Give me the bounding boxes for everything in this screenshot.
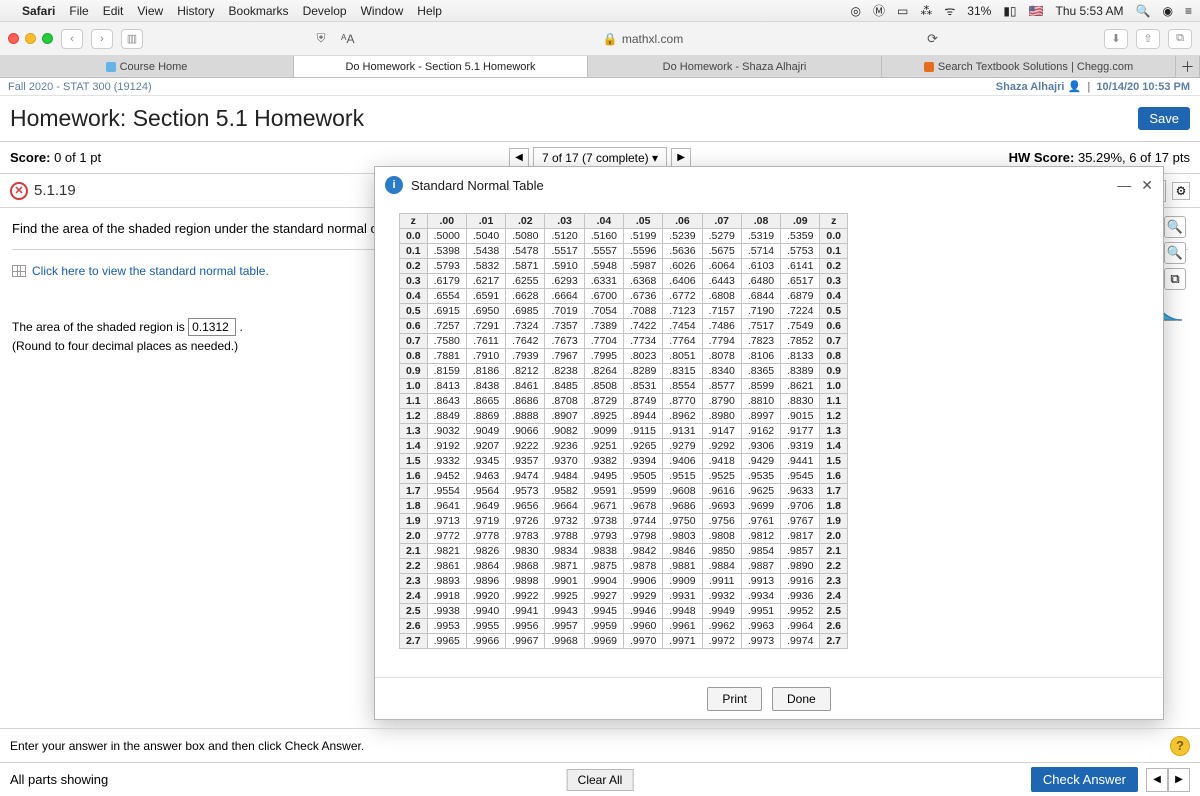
tab-label: Do Homework - Shaza Alhajri: [663, 61, 807, 73]
tab-label: Search Textbook Solutions | Chegg.com: [938, 61, 1133, 73]
sidebar-button[interactable]: ▥: [121, 29, 143, 49]
privacy-icon[interactable]: ⛨: [309, 31, 333, 46]
save-button[interactable]: Save: [1138, 107, 1190, 130]
parts-status: All parts showing: [10, 772, 108, 787]
table-icon: [12, 265, 26, 277]
tabs-icon[interactable]: ⧉: [1168, 29, 1192, 49]
next-question-button[interactable]: ▶: [671, 148, 691, 168]
tab-label: Course Home: [120, 61, 188, 73]
new-tab-button[interactable]: ＋: [1176, 56, 1200, 77]
wifi-icon[interactable]: ᯤ: [944, 2, 955, 19]
reader-icon[interactable]: ᴬA: [341, 32, 359, 46]
user-name: Shaza Alhajri: [996, 81, 1065, 93]
battery-icon[interactable]: ▮▯: [1003, 4, 1016, 18]
forward-button[interactable]: ›: [91, 29, 113, 49]
round-note: (Round to four decimal places as needed.…: [12, 339, 238, 353]
input-flag[interactable]: 🇺🇸: [1029, 4, 1044, 18]
menu-icon[interactable]: ≡: [1185, 4, 1192, 18]
page-title: Homework: Section 5.1 Homework: [10, 105, 364, 132]
tab-homework-section[interactable]: Do Homework - Section 5.1 Homework: [294, 56, 588, 77]
clock[interactable]: Thu 5:53 AM: [1056, 4, 1124, 18]
download-icon[interactable]: ⬇: [1104, 29, 1128, 49]
popup-title: Standard Normal Table: [411, 178, 544, 193]
print-button[interactable]: Print: [707, 687, 762, 711]
help-icon[interactable]: ?: [1170, 736, 1190, 756]
settings-icon[interactable]: ⚙: [1172, 182, 1190, 200]
question-body: Find the area of the shaded region under…: [0, 208, 1200, 728]
breadcrumb: Fall 2020 - STAT 300 (19124) Shaza Alhaj…: [0, 78, 1200, 96]
url-text: mathxl.com: [622, 32, 683, 46]
next-part-button[interactable]: ▶: [1168, 768, 1190, 792]
menu-file[interactable]: File: [69, 4, 88, 18]
answer-input[interactable]: [188, 318, 236, 336]
mac-menubar: Safari File Edit View History Bookmarks …: [0, 0, 1200, 22]
score-value: 0 of 1 pt: [54, 150, 101, 165]
answer-pretext: The area of the shaded region is: [12, 320, 188, 334]
siri-icon[interactable]: ◉: [1163, 4, 1173, 18]
battery-percent[interactable]: 31%: [967, 4, 991, 18]
zoom-in-icon[interactable]: 🔍: [1164, 216, 1186, 238]
status-icon[interactable]: Ⓜ: [873, 2, 885, 19]
menu-window[interactable]: Window: [361, 4, 404, 18]
lock-icon: 🔒: [603, 32, 618, 46]
back-button[interactable]: ‹: [61, 29, 83, 49]
bluetooth-icon[interactable]: ⁂: [920, 4, 932, 18]
timestamp: 10/14/20 10:53 PM: [1096, 81, 1190, 93]
menu-view[interactable]: View: [137, 4, 163, 18]
menu-bookmarks[interactable]: Bookmarks: [229, 4, 289, 18]
menu-history[interactable]: History: [177, 4, 214, 18]
z-table: z.00.01.02.03.04.05.06.07.08.09z0.0.5000…: [399, 213, 848, 649]
prev-part-button[interactable]: ◀: [1146, 768, 1168, 792]
done-button[interactable]: Done: [772, 687, 831, 711]
homework-titlebar: Homework: Section 5.1 Homework Save: [0, 96, 1200, 142]
hwscore-value: 35.29%, 6 of 17 pts: [1078, 150, 1190, 165]
normal-table-popup: i Standard Normal Table — ✕ z.00.01.02.0…: [374, 166, 1164, 720]
close-popup-icon[interactable]: ✕: [1141, 177, 1153, 194]
user-icon[interactable]: 👤: [1068, 81, 1082, 93]
tab-row: Course Home Do Homework - Section 5.1 Ho…: [0, 56, 1200, 78]
zoom-window[interactable]: [42, 33, 53, 44]
url-bar[interactable]: 🔒 mathxl.com: [367, 32, 919, 46]
window-controls: [8, 33, 53, 44]
info-icon: i: [385, 176, 403, 194]
question-number: 5.1.19: [34, 182, 76, 199]
enter-answer-bar: Enter your answer in the answer box and …: [0, 728, 1200, 762]
parts-bar: All parts showing Clear All Check Answer…: [0, 762, 1200, 796]
prev-question-button[interactable]: ◀: [509, 148, 529, 168]
tab-label: Do Homework - Section 5.1 Homework: [345, 61, 535, 73]
minimize-window[interactable]: [25, 33, 36, 44]
app-name[interactable]: Safari: [22, 4, 55, 18]
enter-instruction: Enter your answer in the answer box and …: [10, 739, 364, 753]
menu-edit[interactable]: Edit: [103, 4, 124, 18]
status-icon[interactable]: ◎: [850, 4, 860, 18]
share-icon[interactable]: ⇧: [1136, 29, 1160, 49]
incorrect-icon: ✕: [10, 182, 28, 200]
spotlight-icon[interactable]: 🔍: [1136, 4, 1151, 18]
browser-toolbar: ‹ › ▥ ⛨ ᴬA 🔒 mathxl.com ⟳ ⬇ ⇧ ⧉: [0, 22, 1200, 56]
tab-homework-shaza[interactable]: Do Homework - Shaza Alhajri: [588, 56, 882, 77]
score-label: Score:: [10, 150, 50, 165]
menu-develop[interactable]: Develop: [303, 4, 347, 18]
hwscore-label: HW Score:: [1009, 150, 1075, 165]
close-window[interactable]: [8, 33, 19, 44]
check-answer-button[interactable]: Check Answer: [1031, 767, 1138, 792]
display-icon[interactable]: ▭: [897, 4, 908, 18]
answer-posttext: .: [239, 320, 242, 334]
menu-help[interactable]: Help: [417, 4, 442, 18]
minimize-popup-icon[interactable]: —: [1117, 177, 1131, 194]
tab-chegg[interactable]: Search Textbook Solutions | Chegg.com: [882, 56, 1176, 77]
tab-course-home[interactable]: Course Home: [0, 56, 294, 77]
clear-all-button[interactable]: Clear All: [567, 769, 634, 791]
course-link[interactable]: Fall 2020 - STAT 300 (19124): [8, 81, 152, 93]
reload-icon[interactable]: ⟳: [927, 31, 938, 47]
normal-table-link[interactable]: Click here to view the standard normal t…: [32, 264, 269, 278]
